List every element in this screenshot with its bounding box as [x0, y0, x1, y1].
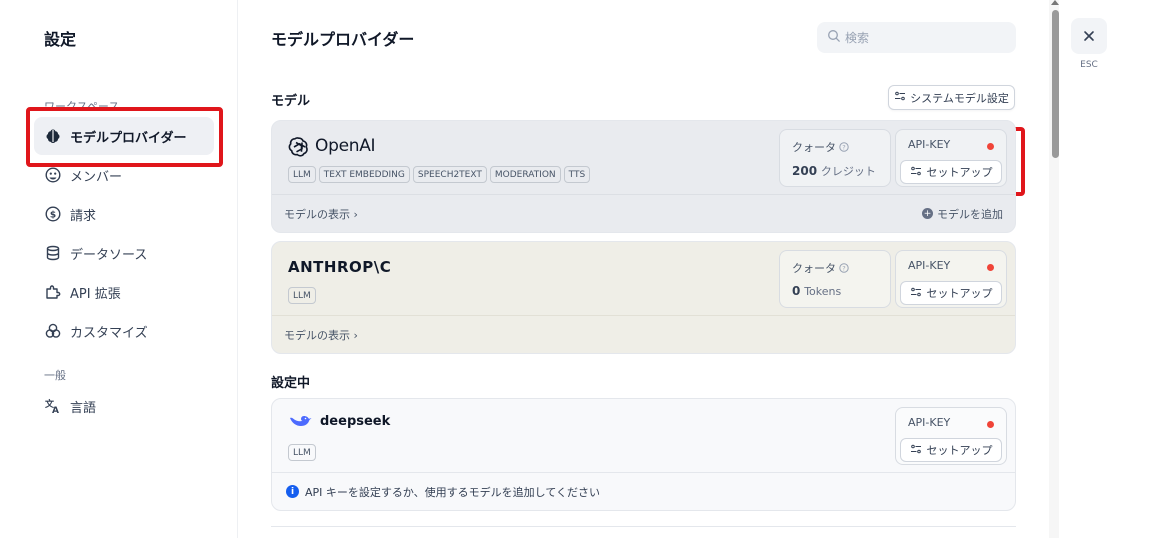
add-model-button[interactable]: + モデルを追加 [922, 206, 1003, 222]
capability-tags: LLM [288, 444, 316, 461]
show-models-link[interactable]: モデルの表示 › [284, 327, 358, 343]
sidebar-item-label: モデルプロバイダー [70, 130, 187, 146]
page-title: モデルプロバイダー [271, 30, 415, 49]
deepseek-whale-icon [288, 412, 312, 430]
info-message: API キーを設定するか、使用するモデルを追加してください [305, 485, 601, 499]
api-key-label: API-KEY [908, 138, 951, 151]
api-key-panel: API-KEY セットアップ [895, 407, 1007, 465]
close-icon [1083, 30, 1095, 42]
sliders-icon [894, 90, 910, 105]
sidebar-item-label: API 拡張 [70, 286, 121, 302]
quota-unit: Tokens [804, 285, 842, 298]
sidebar-item-billing[interactable]: $ 請求 [34, 195, 214, 233]
sidebar-item-label: カスタマイズ [70, 325, 148, 341]
api-key-panel: API-KEY セットアップ [895, 250, 1007, 308]
divider [271, 526, 1016, 527]
sidebar-item-label: 請求 [70, 208, 97, 224]
tag: LLM [288, 166, 316, 183]
main-content: モデルプロバイダー 検索 モデル システムモデル設定 OpenAI LLM TE… [239, 0, 1049, 538]
quota-value: 200 [792, 164, 818, 178]
setup-button[interactable]: セットアップ [900, 281, 1002, 305]
sidebar-item-customize[interactable]: カスタマイズ [34, 312, 214, 350]
tag: TEXT EMBEDDING [318, 166, 410, 183]
quota-value: 0 [792, 284, 801, 298]
settings-sidebar: 設定 ワークスペース モデルプロバイダー メンバー $ 請求 データソース AP… [0, 0, 238, 538]
card-info-footer: i API キーを設定するか、使用するモデルを追加してください [272, 472, 1015, 510]
tag: LLM [288, 444, 316, 461]
search-icon [827, 29, 845, 46]
help-icon: ? [839, 142, 849, 152]
workspace-section-label: ワークスペース [44, 100, 120, 113]
api-key-label: API-KEY [908, 259, 951, 272]
provider-name: deepseek [288, 412, 390, 430]
translate-icon: 文A [44, 397, 62, 415]
sidebar-item-model-provider[interactable]: モデルプロバイダー [34, 117, 214, 155]
sidebar-item-api-extension[interactable]: API 拡張 [34, 273, 214, 311]
sidebar-title: 設定 [44, 30, 77, 49]
tag: SPEECH2TEXT [412, 166, 487, 183]
quota-panel: クォータ ? 200 クレジット [779, 129, 891, 187]
setup-button[interactable]: セットアップ [900, 438, 1002, 462]
general-section-label: 一般 [44, 369, 66, 382]
scrollbar-thumb[interactable] [1052, 10, 1059, 158]
sidebar-item-label: メンバー [70, 169, 123, 185]
tag: MODERATION [489, 166, 561, 183]
status-dot [987, 143, 994, 150]
sidebar-item-members[interactable]: メンバー [34, 156, 214, 194]
setup-button[interactable]: セットアップ [900, 160, 1002, 184]
quota-panel: クォータ ? 0 Tokens [779, 250, 891, 308]
provider-name: OpenAI [288, 135, 376, 157]
tag: LLM [288, 287, 316, 304]
openai-logo-icon [288, 135, 310, 157]
info-icon: i [286, 485, 299, 498]
capability-tags: LLM [288, 287, 316, 304]
anthropic-logo: ANTHROP\C [288, 258, 392, 276]
puzzle-icon [44, 283, 62, 301]
search-input[interactable]: 検索 [817, 22, 1016, 53]
chevron-right-icon: › [353, 207, 358, 221]
help-icon: ? [839, 263, 849, 273]
sliders-icon [910, 443, 927, 458]
sidebar-item-data-source[interactable]: データソース [34, 234, 214, 272]
capability-tags: LLM TEXT EMBEDDING SPEECH2TEXT MODERATIO… [288, 166, 591, 183]
provider-card-anthropic: ANTHROP\C LLM クォータ ? 0 Tokens API-KEY セッ… [271, 241, 1016, 354]
scroll-up-arrow[interactable] [1051, 0, 1059, 5]
system-model-settings-button[interactable]: システムモデル設定 [888, 85, 1015, 110]
api-key-panel: API-KEY セットアップ [895, 129, 1007, 187]
members-icon [44, 166, 62, 184]
sidebar-item-label: 言語 [70, 400, 97, 416]
search-placeholder: 検索 [845, 31, 870, 45]
esc-label: ESC [1080, 60, 1098, 70]
svg-text:?: ? [842, 265, 845, 273]
api-key-label: API-KEY [908, 416, 951, 429]
customize-icon [44, 322, 62, 340]
tag: TTS [563, 166, 591, 183]
card-footer: モデルの表示 › [272, 315, 1015, 353]
provider-name: ANTHROP\C [288, 258, 391, 276]
quota-unit: クレジット [820, 165, 876, 178]
status-dot [987, 264, 994, 271]
svg-text:A: A [52, 406, 59, 415]
brain-icon [44, 127, 62, 145]
sliders-icon [910, 165, 927, 180]
billing-icon: $ [44, 205, 62, 223]
status-dot [987, 421, 994, 428]
card-footer: モデルの表示 › + モデルを追加 [272, 194, 1015, 232]
sidebar-item-language[interactable]: 文A 言語 [34, 387, 214, 425]
show-models-link[interactable]: モデルの表示 › [284, 206, 358, 222]
svg-text:?: ? [842, 144, 845, 152]
close-button[interactable] [1071, 18, 1107, 54]
chevron-right-icon: › [353, 328, 358, 342]
svg-text:$: $ [50, 211, 56, 221]
database-icon [44, 244, 62, 262]
sidebar-item-label: データソース [70, 247, 148, 263]
models-section-label: モデル [271, 94, 311, 109]
provider-card-deepseek: deepseek LLM API-KEY セットアップ i API キーを設定す… [271, 398, 1016, 511]
sliders-icon [910, 286, 927, 301]
provider-card-openai: OpenAI LLM TEXT EMBEDDING SPEECH2TEXT MO… [271, 120, 1016, 233]
configuring-section-label: 設定中 [271, 376, 311, 391]
plus-icon: + [922, 208, 933, 219]
